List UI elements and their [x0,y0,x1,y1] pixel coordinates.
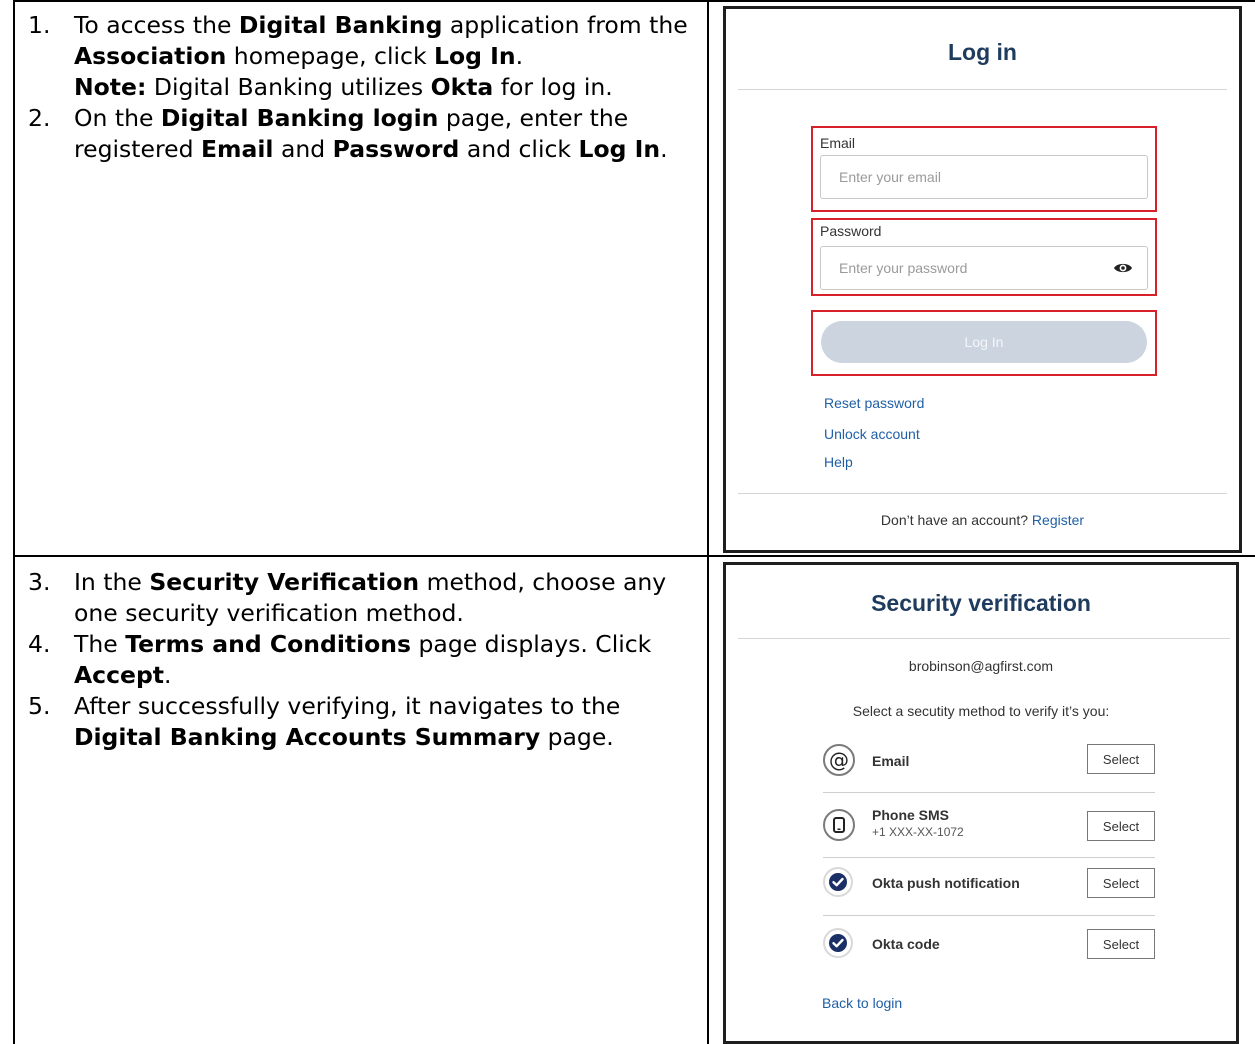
step-number: 4. [28,630,51,658]
step-text: After successfully verifying, it navigat… [74,692,621,751]
back-to-login-link[interactable]: Back to login [822,995,902,1011]
help-link[interactable]: Help [824,454,853,470]
step-text: On the Digital Banking login page, enter… [74,104,668,163]
security-panel: Security verification brobinson@agfirst.… [723,562,1239,1044]
step-note: Note: Digital Banking utilizes Okta for … [74,73,613,101]
table-divider-vertical [707,0,709,1044]
register-link[interactable]: Register [1032,512,1084,528]
user-email: brobinson@agfirst.com [908,658,1054,674]
login-button[interactable]: Log In [821,321,1147,363]
instruction-step-2: 2. On the Digital Banking login page, en… [28,103,698,165]
table-divider-horizontal [13,555,1255,557]
at-sign-icon: @ [823,744,855,776]
select-phone-sms-button[interactable]: Select [1087,811,1155,841]
select-email-button[interactable]: Select [1087,744,1155,774]
instruction-step-4: 4. The Terms and Conditions page display… [28,629,698,691]
security-title: Security verification [871,590,1091,616]
email-label: Email [820,135,856,151]
method-name: Okta push notification [872,875,1020,891]
method-email: @ Email Select [823,739,1155,779]
method-okta-push: Okta push notification Select [823,865,1155,905]
email-field[interactable]: Enter your email [820,155,1148,199]
divider [823,915,1155,916]
register-prompt: Don’t have an account? Register [726,512,1239,528]
divider [823,792,1155,793]
security-prompt: Select a secutity method to verify it’s … [852,703,1110,719]
divider [738,638,1230,639]
phone-icon [823,809,855,841]
step-number: 5. [28,692,51,720]
step-number: 1. [28,11,51,39]
login-panel: Log in Email Enter your email Password E… [723,6,1242,553]
divider [823,857,1155,858]
reset-password-link[interactable]: Reset password [824,395,924,411]
step-number: 3. [28,568,51,596]
instructions-top: 1. To access the Digital Banking applica… [28,10,698,165]
instruction-step-5: 5. After successfully verifying, it navi… [28,691,698,753]
table-border-left [13,0,15,1044]
method-okta-code: Okta code Select [823,925,1155,965]
instruction-step-3: 3. In the Security Verification method, … [28,567,698,629]
unlock-account-link[interactable]: Unlock account [824,426,920,442]
select-okta-push-button[interactable]: Select [1087,868,1155,898]
divider [738,493,1227,494]
instructions-bottom: 3. In the Security Verification method, … [28,567,698,753]
divider [738,89,1227,90]
eye-icon[interactable] [1113,261,1133,278]
method-name: Okta code [872,936,940,952]
phone-number: +1 XXX-XX-1072 [872,825,964,839]
step-text: To access the Digital Banking applicatio… [74,11,688,70]
table-border-top [13,0,1255,2]
password-placeholder: Enter your password [839,260,968,276]
instruction-step-1: 1. To access the Digital Banking applica… [28,10,698,103]
okta-check-icon [823,928,853,958]
method-name: Phone SMS [872,807,950,823]
okta-check-icon [823,867,853,897]
method-name: Email [872,753,910,769]
login-title: Log in [948,39,1017,65]
method-phone-sms: Phone SMS +1 XXX-XX-1072 Select [823,801,1155,851]
step-number: 2. [28,104,51,132]
step-text: The Terms and Conditions page displays. … [74,630,652,689]
select-okta-code-button[interactable]: Select [1087,929,1155,959]
step-text: In the Security Verification method, cho… [74,568,667,627]
password-label: Password [820,223,882,239]
no-account-text: Don’t have an account? [880,512,1029,528]
password-field[interactable]: Enter your password [820,246,1148,290]
